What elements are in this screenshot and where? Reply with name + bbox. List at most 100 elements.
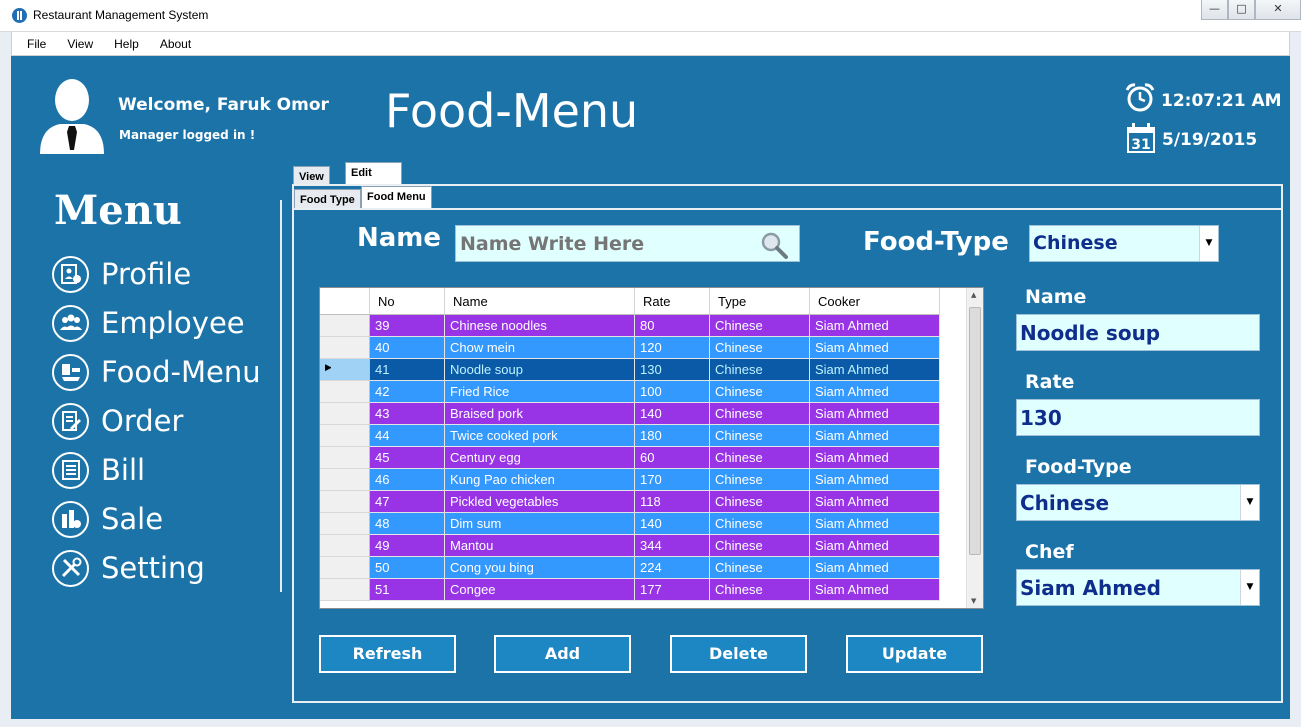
cell-no[interactable]: 46 bbox=[370, 469, 445, 491]
column-header-type[interactable]: Type bbox=[710, 288, 810, 314]
cell-name[interactable]: Century egg bbox=[445, 447, 635, 469]
cell-cooker[interactable]: Siam Ahmed bbox=[810, 513, 940, 535]
row-header[interactable] bbox=[320, 535, 370, 557]
sidebar-item-employee[interactable]: Employee bbox=[52, 303, 245, 343]
table-row[interactable]: 47 Pickled vegetables 118 Chinese Siam Ahmed bbox=[320, 491, 940, 513]
cell-rate[interactable]: 118 bbox=[635, 491, 710, 513]
cell-no[interactable]: 41 bbox=[370, 359, 445, 381]
search-input[interactable] bbox=[455, 225, 800, 262]
close-icon[interactable]: ✕ bbox=[1255, 0, 1301, 20]
row-header[interactable] bbox=[320, 513, 370, 535]
cell-name[interactable]: Twice cooked pork bbox=[445, 425, 635, 447]
refresh-button[interactable]: Refresh bbox=[319, 635, 456, 673]
cell-rate[interactable]: 140 bbox=[635, 403, 710, 425]
sidebar-item-setting[interactable]: Setting bbox=[52, 548, 205, 588]
scroll-up-icon[interactable]: ▲ bbox=[971, 291, 976, 299]
cell-no[interactable]: 50 bbox=[370, 557, 445, 579]
chevron-down-icon[interactable]: ▼ bbox=[1240, 485, 1259, 520]
cell-name[interactable]: Noodle soup bbox=[445, 359, 635, 381]
tab-food-menu[interactable]: Food Menu bbox=[361, 186, 432, 208]
cell-no[interactable]: 48 bbox=[370, 513, 445, 535]
cell-name[interactable]: Kung Pao chicken bbox=[445, 469, 635, 491]
chevron-down-icon[interactable]: ▼ bbox=[1199, 226, 1218, 261]
row-header[interactable] bbox=[320, 403, 370, 425]
cell-rate[interactable]: 180 bbox=[635, 425, 710, 447]
cell-rate[interactable]: 177 bbox=[635, 579, 710, 601]
minimize-icon[interactable]: — bbox=[1201, 0, 1228, 20]
cell-no[interactable]: 47 bbox=[370, 491, 445, 513]
cell-type[interactable]: Chinese bbox=[710, 359, 810, 381]
cell-cooker[interactable]: Siam Ahmed bbox=[810, 469, 940, 491]
column-header-cooker[interactable]: Cooker bbox=[810, 288, 940, 314]
row-header[interactable] bbox=[320, 337, 370, 359]
chevron-down-icon[interactable]: ▼ bbox=[1240, 570, 1259, 605]
cell-no[interactable]: 51 bbox=[370, 579, 445, 601]
table-row[interactable]: 48 Dim sum 140 Chinese Siam Ahmed bbox=[320, 513, 940, 535]
sidebar-item-food-menu[interactable]: Food-Menu bbox=[52, 352, 261, 392]
cell-type[interactable]: Chinese bbox=[710, 425, 810, 447]
cell-name[interactable]: Congee bbox=[445, 579, 635, 601]
table-row[interactable]: ▶ 41 Noodle soup 130 Chinese Siam Ahmed bbox=[320, 359, 940, 381]
tab-food-type[interactable]: Food Type bbox=[294, 189, 361, 209]
table-row[interactable]: 39 Chinese noodles 80 Chinese Siam Ahmed bbox=[320, 315, 940, 337]
cell-cooker[interactable]: Siam Ahmed bbox=[810, 403, 940, 425]
table-row[interactable]: 42 Fried Rice 100 Chinese Siam Ahmed bbox=[320, 381, 940, 403]
foodtype-filter-select[interactable]: Chinese ▼ bbox=[1029, 225, 1219, 262]
table-row[interactable]: 51 Congee 177 Chinese Siam Ahmed bbox=[320, 579, 940, 601]
cell-type[interactable]: Chinese bbox=[710, 403, 810, 425]
cell-cooker[interactable]: Siam Ahmed bbox=[810, 381, 940, 403]
cell-cooker[interactable]: Siam Ahmed bbox=[810, 557, 940, 579]
row-header[interactable] bbox=[320, 381, 370, 403]
row-header[interactable] bbox=[320, 425, 370, 447]
cell-rate[interactable]: 130 bbox=[635, 359, 710, 381]
row-header[interactable] bbox=[320, 579, 370, 601]
cell-cooker[interactable]: Siam Ahmed bbox=[810, 579, 940, 601]
sidebar-item-order[interactable]: Order bbox=[52, 401, 183, 441]
add-button[interactable]: Add bbox=[494, 635, 631, 673]
cell-name[interactable]: Pickled vegetables bbox=[445, 491, 635, 513]
column-header-no[interactable]: No bbox=[370, 288, 445, 314]
cell-type[interactable]: Chinese bbox=[710, 557, 810, 579]
cell-type[interactable]: Chinese bbox=[710, 513, 810, 535]
sidebar-item-profile[interactable]: Profile bbox=[52, 254, 191, 294]
cell-name[interactable]: Cong you bing bbox=[445, 557, 635, 579]
cell-no[interactable]: 49 bbox=[370, 535, 445, 557]
cell-rate[interactable]: 100 bbox=[635, 381, 710, 403]
cell-type[interactable]: Chinese bbox=[710, 337, 810, 359]
cell-cooker[interactable]: Siam Ahmed bbox=[810, 337, 940, 359]
scrollbar-thumb[interactable] bbox=[969, 307, 981, 555]
tab-edit[interactable]: Edit bbox=[345, 162, 402, 185]
table-row[interactable]: 46 Kung Pao chicken 170 Chinese Siam Ahmed bbox=[320, 469, 940, 491]
form-chef-select[interactable]: Siam Ahmed ▼ bbox=[1016, 569, 1260, 606]
column-header-rate[interactable]: Rate bbox=[635, 288, 710, 314]
sidebar-item-sale[interactable]: Sale bbox=[52, 499, 163, 539]
row-header[interactable] bbox=[320, 557, 370, 579]
cell-rate[interactable]: 140 bbox=[635, 513, 710, 535]
cell-type[interactable]: Chinese bbox=[710, 579, 810, 601]
cell-rate[interactable]: 170 bbox=[635, 469, 710, 491]
cell-no[interactable]: 40 bbox=[370, 337, 445, 359]
cell-name[interactable]: Braised pork bbox=[445, 403, 635, 425]
cell-no[interactable]: 43 bbox=[370, 403, 445, 425]
cell-type[interactable]: Chinese bbox=[710, 381, 810, 403]
table-row[interactable]: 45 Century egg 60 Chinese Siam Ahmed bbox=[320, 447, 940, 469]
cell-no[interactable]: 42 bbox=[370, 381, 445, 403]
cell-type[interactable]: Chinese bbox=[710, 447, 810, 469]
cell-name[interactable]: Fried Rice bbox=[445, 381, 635, 403]
food-menu-grid[interactable]: No Name Rate Type Cooker 39 Chinese noodl… bbox=[319, 287, 984, 609]
delete-button[interactable]: Delete bbox=[670, 635, 807, 673]
cell-cooker[interactable]: Siam Ahmed bbox=[810, 315, 940, 337]
form-rate-field[interactable]: 130 bbox=[1016, 399, 1260, 436]
grid-scrollbar[interactable]: ▲ ▼ bbox=[966, 288, 983, 608]
cell-cooker[interactable]: Siam Ahmed bbox=[810, 447, 940, 469]
cell-name[interactable]: Chinese noodles bbox=[445, 315, 635, 337]
menu-view[interactable]: View bbox=[67, 37, 93, 51]
cell-cooker[interactable]: Siam Ahmed bbox=[810, 425, 940, 447]
menu-about[interactable]: About bbox=[160, 37, 191, 51]
row-header[interactable]: ▶ bbox=[320, 359, 370, 381]
cell-cooker[interactable]: Siam Ahmed bbox=[810, 535, 940, 557]
menu-help[interactable]: Help bbox=[114, 37, 139, 51]
cell-cooker[interactable]: Siam Ahmed bbox=[810, 491, 940, 513]
cell-cooker[interactable]: Siam Ahmed bbox=[810, 359, 940, 381]
cell-rate[interactable]: 120 bbox=[635, 337, 710, 359]
